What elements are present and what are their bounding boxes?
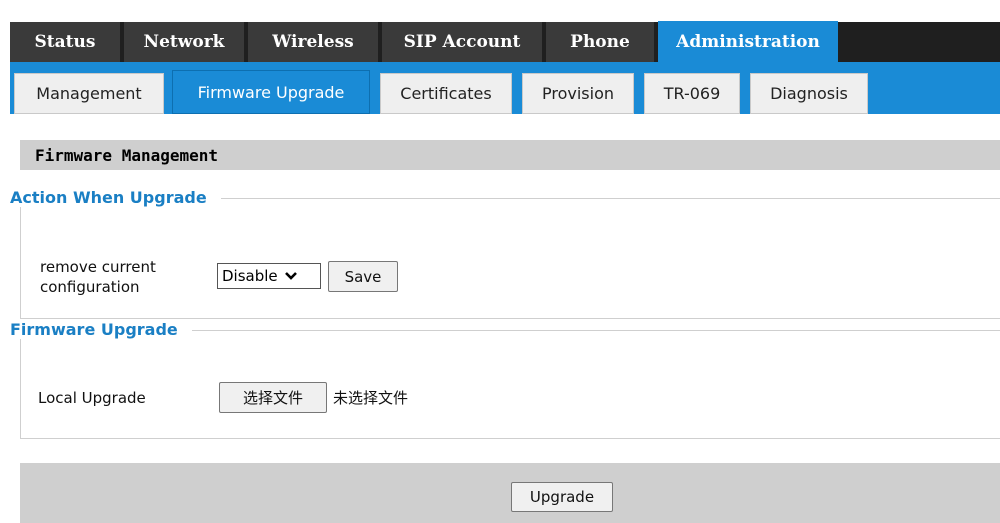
choose-file-button[interactable]: 选择文件 — [219, 382, 327, 413]
upgrade-legend: Firmware Upgrade — [10, 320, 192, 339]
tab-administration[interactable]: Administration — [658, 21, 838, 62]
remove-config-label-line2: configuration — [40, 278, 140, 296]
tab-sip-account[interactable]: SIP Account — [382, 22, 542, 62]
remove-config-select[interactable]: Disable — [217, 263, 321, 289]
subtab-firmware-upgrade[interactable]: Firmware Upgrade — [172, 70, 370, 114]
subtab-tr069[interactable]: TR-069 — [644, 73, 740, 114]
subtab-diagnosis[interactable]: Diagnosis — [750, 73, 868, 114]
tab-phone[interactable]: Phone — [546, 22, 654, 62]
tab-wireless[interactable]: Wireless — [248, 22, 378, 62]
sub-nav: Management Firmware Upgrade Certificates… — [10, 62, 1000, 114]
upgrade-fieldset — [20, 330, 1000, 439]
save-button[interactable]: Save — [328, 261, 398, 292]
remove-config-label-line1: remove current — [40, 258, 156, 276]
remove-config-select-value: Disable — [222, 267, 278, 285]
subtab-certificates[interactable]: Certificates — [380, 73, 512, 114]
local-upgrade-label: Local Upgrade — [38, 389, 146, 407]
section-title: Firmware Management — [20, 140, 1000, 170]
tab-status[interactable]: Status — [10, 22, 120, 62]
remove-config-label: remove current configuration — [40, 257, 156, 297]
action-legend: Action When Upgrade — [10, 188, 221, 207]
footer-bar — [20, 463, 1000, 523]
upgrade-button[interactable]: Upgrade — [511, 482, 613, 512]
file-status-text: 未选择文件 — [333, 389, 409, 407]
tab-network[interactable]: Network — [124, 22, 244, 62]
action-fieldset — [20, 198, 1000, 319]
subtab-provision[interactable]: Provision — [522, 73, 634, 114]
chevron-down-icon — [284, 272, 297, 280]
main-nav: Status Network Wireless SIP Account Phon… — [10, 21, 1000, 62]
subtab-management[interactable]: Management — [14, 73, 164, 114]
